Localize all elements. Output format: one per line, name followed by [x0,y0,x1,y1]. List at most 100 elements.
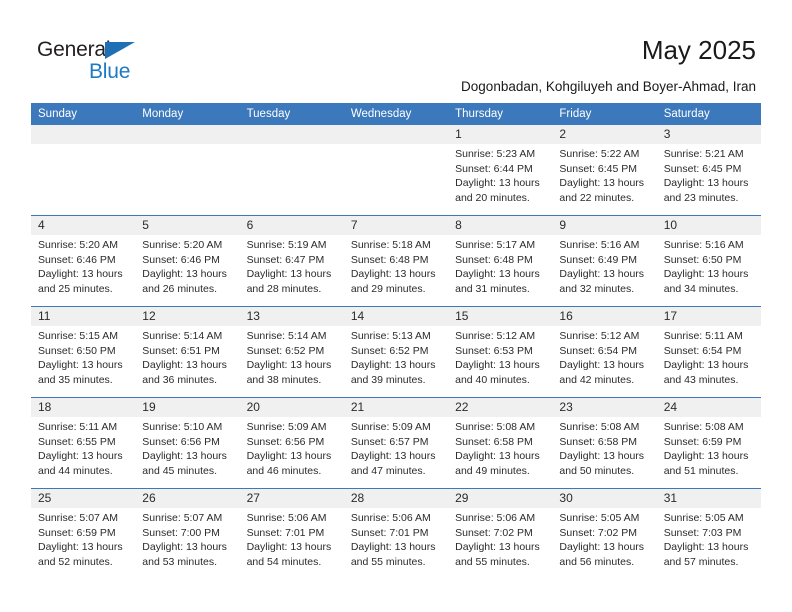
day-number: 5 [135,216,240,235]
day-details: Sunrise: 5:20 AM Sunset: 6:46 PM Daylight:… [135,235,239,296]
sunrise-text: Sunrise: 5:11 AM [663,330,743,342]
sunset-text: Sunset: 6:46 PM [142,253,220,266]
calendar-day-cell[interactable]: 18 Sunrise: 5:11 AM Sunset: 6:55 PM Dayligh… [31,397,136,489]
calendar-day-cell[interactable]: 16 Sunrise: 5:12 AM Sunset: 6:54 PM Dayligh… [552,306,657,398]
sunset-text: Sunset: 6:52 PM [350,344,429,357]
calendar-page: General Blue May 2025 Dogonbadan, Kohgil… [0,0,792,612]
day-number: 31 [656,489,761,508]
day-number: 12 [135,307,240,326]
calendar-day-cell[interactable]: 12 Sunrise: 5:14 AM Sunset: 6:51 PM Dayligh… [135,306,240,398]
calendar-day-cell[interactable]: 7 Sunrise: 5:18 AM Sunset: 6:48 PM Daylight… [343,215,449,307]
day-number: 16 [552,307,657,326]
calendar-day-cell[interactable]: 23 Sunrise: 5:08 AM Sunset: 6:58 PM Dayligh… [552,397,657,489]
daylight-text: Daylight: 13 hours and 45 minutes. [142,450,227,477]
sunrise-text: Sunrise: 5:14 AM [246,330,327,342]
calendar-day-cell[interactable]: 19 Sunrise: 5:10 AM Sunset: 6:56 PM Dayligh… [135,397,240,489]
sunset-text: Sunset: 6:45 PM [559,162,638,175]
sunset-text: Sunset: 6:48 PM [455,253,533,266]
calendar-week-row: 4 Sunrise: 5:20 AM Sunset: 6:46 PM Daylight… [31,215,761,307]
sunset-text: Sunset: 6:52 PM [246,344,325,357]
daylight-text: Daylight: 13 hours and 55 minutes. [455,541,540,568]
calendar-day-cell[interactable]: 31 Sunrise: 5:05 AM Sunset: 7:03 PM Dayligh… [656,488,761,579]
general-blue-logo[interactable]: General Blue [37,38,157,86]
calendar-day-cell[interactable]: 2 Sunrise: 5:22 AM Sunset: 6:45 PM Daylight… [552,125,657,216]
sunrise-text: Sunrise: 5:12 AM [559,330,640,342]
calendar-day-cell[interactable]: 20 Sunrise: 5:09 AM Sunset: 6:56 PM Dayligh… [239,397,344,489]
calendar-day-cell[interactable]: 9 Sunrise: 5:16 AM Sunset: 6:49 PM Daylight… [552,215,657,307]
day-details: Sunrise: 5:12 AM Sunset: 6:53 PM Daylight:… [448,326,552,387]
sunset-text: Sunset: 7:01 PM [350,526,429,539]
calendar-day-cell[interactable]: 14 Sunrise: 5:13 AM Sunset: 6:52 PM Dayligh… [343,306,449,398]
calendar-day-cell[interactable]: 8 Sunrise: 5:17 AM Sunset: 6:48 PM Daylight… [448,215,553,307]
sunrise-text: Sunrise: 5:20 AM [38,239,118,251]
calendar-day-cell-empty [31,125,136,216]
weekday-header-thursday: Thursday [448,103,553,125]
sunset-text: Sunset: 7:03 PM [663,526,742,539]
weekday-header-monday: Monday [135,103,240,125]
day-number: 15 [448,307,553,326]
calendar-day-cell[interactable]: 17 Sunrise: 5:11 AM Sunset: 6:54 PM Dayligh… [656,306,761,398]
day-number: 10 [656,216,761,235]
daylight-text: Daylight: 13 hours and 47 minutes. [350,450,436,477]
daylight-text: Daylight: 13 hours and 23 minutes. [663,177,749,204]
sunrise-text: Sunrise: 5:21 AM [663,148,744,160]
daylight-text: Daylight: 13 hours and 42 minutes. [559,359,645,386]
calendar-day-cell[interactable]: 6 Sunrise: 5:19 AM Sunset: 6:47 PM Daylight… [239,215,344,307]
day-details: Sunrise: 5:05 AM Sunset: 7:02 PM Daylight:… [552,508,656,569]
day-details: Sunrise: 5:08 AM Sunset: 6:59 PM Daylight:… [657,417,761,478]
day-details: Sunrise: 5:23 AM Sunset: 6:44 PM Daylight:… [448,144,552,205]
day-details: Sunrise: 5:16 AM Sunset: 6:50 PM Daylight:… [657,235,761,296]
sunrise-text: Sunrise: 5:06 AM [246,512,327,524]
sunrise-text: Sunrise: 5:08 AM [455,421,536,433]
sunset-text: Sunset: 6:50 PM [663,253,742,266]
day-number: 25 [31,489,136,508]
day-number [239,125,344,144]
sunrise-text: Sunrise: 5:07 AM [142,512,223,524]
calendar-day-cell[interactable]: 25 Sunrise: 5:07 AM Sunset: 6:59 PM Dayligh… [31,488,136,579]
daylight-text: Daylight: 13 hours and 49 minutes. [455,450,540,477]
day-number: 22 [448,398,553,417]
calendar-day-cell[interactable]: 30 Sunrise: 5:05 AM Sunset: 7:02 PM Dayligh… [552,488,657,579]
calendar-day-cell[interactable]: 29 Sunrise: 5:06 AM Sunset: 7:02 PM Dayligh… [448,488,553,579]
day-details: Sunrise: 5:13 AM Sunset: 6:52 PM Daylight:… [344,326,448,387]
day-details: Sunrise: 5:06 AM Sunset: 7:01 PM Daylight:… [240,508,344,569]
sunrise-text: Sunrise: 5:13 AM [350,330,431,342]
day-details: Sunrise: 5:16 AM Sunset: 6:49 PM Daylight:… [552,235,656,296]
daylight-text: Daylight: 13 hours and 34 minutes. [663,268,749,295]
daylight-text: Daylight: 13 hours and 22 minutes. [559,177,645,204]
daylight-text: Daylight: 13 hours and 35 minutes. [38,359,123,386]
calendar-day-cell[interactable]: 22 Sunrise: 5:08 AM Sunset: 6:58 PM Dayligh… [448,397,553,489]
calendar-day-cell[interactable]: 27 Sunrise: 5:06 AM Sunset: 7:01 PM Dayligh… [239,488,344,579]
sunset-text: Sunset: 6:55 PM [38,435,116,448]
calendar-day-cell[interactable]: 28 Sunrise: 5:06 AM Sunset: 7:01 PM Dayligh… [343,488,449,579]
daylight-text: Daylight: 13 hours and 31 minutes. [455,268,540,295]
day-details: Sunrise: 5:08 AM Sunset: 6:58 PM Daylight:… [448,417,552,478]
calendar-day-cell[interactable]: 3 Sunrise: 5:21 AM Sunset: 6:45 PM Daylight… [656,125,761,216]
page-header: General Blue May 2025 Dogonbadan, Kohgil… [0,0,792,103]
daylight-text: Daylight: 13 hours and 57 minutes. [663,541,749,568]
calendar-day-cell[interactable]: 24 Sunrise: 5:08 AM Sunset: 6:59 PM Dayligh… [656,397,761,489]
day-details: Sunrise: 5:17 AM Sunset: 6:48 PM Daylight:… [448,235,552,296]
weekday-header-row: Sunday Monday Tuesday Wednesday Thursday… [31,103,761,125]
sunrise-text: Sunrise: 5:08 AM [663,421,744,433]
sunrise-text: Sunrise: 5:15 AM [38,330,118,342]
daylight-text: Daylight: 13 hours and 20 minutes. [455,177,540,204]
logo-triangle-icon [105,42,135,59]
calendar-day-cell[interactable]: 15 Sunrise: 5:12 AM Sunset: 6:53 PM Dayligh… [448,306,553,398]
sunrise-text: Sunrise: 5:18 AM [350,239,431,251]
calendar-day-cell[interactable]: 26 Sunrise: 5:07 AM Sunset: 7:00 PM Dayligh… [135,488,240,579]
calendar-day-cell[interactable]: 13 Sunrise: 5:14 AM Sunset: 6:52 PM Dayligh… [239,306,344,398]
calendar-day-cell[interactable]: 11 Sunrise: 5:15 AM Sunset: 6:50 PM Dayligh… [31,306,136,398]
calendar-day-cell[interactable]: 4 Sunrise: 5:20 AM Sunset: 6:46 PM Daylight… [31,215,136,307]
day-details: Sunrise: 5:07 AM Sunset: 6:59 PM Daylight:… [31,508,135,569]
calendar-day-cell[interactable]: 10 Sunrise: 5:16 AM Sunset: 6:50 PM Dayligh… [656,215,761,307]
sunrise-text: Sunrise: 5:05 AM [559,512,640,524]
calendar-day-cell[interactable]: 1 Sunrise: 5:23 AM Sunset: 6:44 PM Daylight… [448,125,553,216]
sunset-text: Sunset: 6:56 PM [246,435,325,448]
calendar-week-row: 25 Sunrise: 5:07 AM Sunset: 6:59 PM Dayligh… [31,488,761,579]
calendar-day-cell[interactable]: 21 Sunrise: 5:09 AM Sunset: 6:57 PM Dayligh… [343,397,449,489]
sunset-text: Sunset: 6:46 PM [38,253,116,266]
weekday-header-friday: Friday [552,103,657,125]
calendar-day-cell[interactable]: 5 Sunrise: 5:20 AM Sunset: 6:46 PM Daylight… [135,215,240,307]
day-number: 18 [31,398,136,417]
